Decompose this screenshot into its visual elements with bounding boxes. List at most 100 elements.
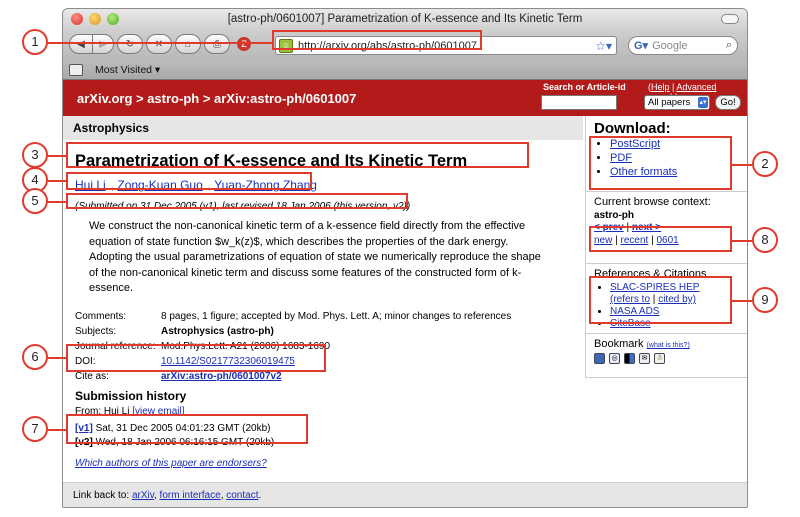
browser-toolbar: ◀ ▶ ↻ ✕ ⌂ ⎙ Z ☺ http://arxiv.org/abs/ast… [63, 30, 747, 60]
callout-leader [46, 42, 272, 44]
metadata-table: Comments: 8 pages, 1 figure; accepted by … [75, 309, 511, 384]
show-bookmarks-icon[interactable] [69, 63, 83, 76]
bibsonomy-icon[interactable]: ✉ [639, 353, 650, 364]
forward-button[interactable]: ▶ [92, 34, 114, 54]
citebase-link[interactable]: CiteBase [610, 318, 651, 329]
papers-select[interactable]: All papers ▴▾ [644, 95, 710, 110]
help-link[interactable]: Help [651, 82, 670, 92]
cited-by-link[interactable]: cited by) [658, 294, 696, 305]
citeulike-icon[interactable] [594, 353, 605, 364]
version-link[interactable]: [v1] [75, 423, 93, 434]
page-footer: Link back to: arXiv, form interface, con… [63, 482, 747, 507]
stop-button[interactable]: ✕ [146, 34, 172, 54]
refers-to-link[interactable]: (refers to [610, 294, 650, 305]
separator: | [626, 222, 630, 233]
comments-value: 8 pages, 1 figure; accepted by Mod. Phys… [161, 311, 512, 322]
papers-select-value: All papers [648, 97, 691, 108]
go-button[interactable]: Go! [715, 95, 741, 110]
journal-value: Mod.Phys.Lett. A21 (2006) 1683-1690 [161, 341, 331, 352]
callout-marker: 7 [22, 416, 48, 442]
browse-category: astro-ph [594, 210, 634, 221]
other-formats-link[interactable]: Other formats [610, 166, 677, 178]
home-button[interactable]: ⌂ [175, 34, 201, 54]
close-window-button[interactable] [71, 13, 83, 25]
prev-link[interactable]: < prev [594, 222, 624, 233]
postscript-link[interactable]: PostScript [610, 138, 660, 150]
browse-block: Current browse context: astro-ph < prev … [586, 192, 747, 264]
recent-link[interactable]: recent [621, 235, 649, 246]
comments-key: Comments: [75, 311, 127, 322]
callout-marker: 3 [22, 142, 48, 168]
contact-link[interactable]: contact [226, 490, 258, 501]
toolbar-toggle-button[interactable] [721, 14, 739, 24]
minimize-window-button[interactable] [89, 13, 101, 25]
endorsers-link[interactable]: Which authors of this paper are endorser… [75, 458, 267, 469]
cite-link[interactable]: arXiv:astro-ph/0601007v2 [161, 371, 282, 382]
callout-marker: 8 [752, 227, 778, 253]
history-from: From: Hui Li [view email] [75, 406, 184, 417]
author-link[interactable]: Hui Li [75, 178, 106, 192]
author-list: Hui Li, Zong-Kuan Guo, Yuan-Zhong Zhang [75, 178, 317, 192]
submission-dateline: (Submitted on 31 Dec 2005 (v1), last rev… [75, 201, 411, 212]
download-block: Download: PostScript PDF Other formats [586, 116, 747, 192]
journal-key: Journal reference: [75, 341, 156, 352]
browser-window: [astro-ph/0601007] Parametrization of K-… [62, 8, 748, 508]
callout-leader [46, 201, 66, 203]
callout-leader [732, 164, 752, 166]
back-button[interactable]: ◀ [69, 34, 93, 54]
bookmark-star-icon[interactable]: ☆▾ [595, 39, 612, 53]
version-list: [v1] Sat, 31 Dec 2005 04:01:23 GMT (20kb… [75, 422, 274, 450]
refs-heading: References & Citations [594, 268, 707, 280]
most-visited-menu[interactable]: Most Visited ▾ [95, 64, 160, 76]
callout-leader [46, 357, 66, 359]
address-bar[interactable]: ☺ http://arxiv.org/abs/astro-ph/0601007 … [275, 36, 617, 55]
window-controls [71, 13, 119, 25]
address-url[interactable]: http://arxiv.org/abs/astro-ph/0601007 [298, 40, 595, 52]
bookmark-heading: Bookmark [594, 338, 644, 350]
browse-nav: < prev | next > new | recent | 0601 [594, 221, 740, 247]
callout-leader [46, 429, 66, 431]
arxiv-link[interactable]: arXiv [132, 490, 154, 501]
author-link[interactable]: Zong-Kuan Guo [117, 178, 202, 192]
separator: | [652, 294, 656, 305]
web-search-box[interactable]: G▾ Google ⌕ [628, 36, 738, 55]
version-date: Sat, 31 Dec 2005 04:01:23 GMT (20kb) [95, 423, 271, 434]
nasa-ads-link[interactable]: NASA ADS [610, 306, 659, 317]
breadcrumb[interactable]: arXiv.org > astro-ph > arXiv:astro-ph/06… [77, 91, 356, 106]
callout-marker: 1 [22, 29, 48, 55]
pdf-link[interactable]: PDF [610, 152, 632, 164]
callout-marker: 5 [22, 188, 48, 214]
print-button[interactable]: ⎙ [204, 34, 230, 54]
connotea-icon[interactable]: ◎ [609, 353, 620, 364]
digg-icon[interactable]: ☃ [654, 353, 665, 364]
version-row: [v2] Wed, 18 Jan 2006 06:16:15 GMT (20kb… [75, 436, 274, 450]
what-is-this-link[interactable]: (what is this?) [647, 342, 690, 349]
history-heading: Submission history [75, 389, 187, 403]
callout-marker: 6 [22, 344, 48, 370]
delicious-icon[interactable] [624, 353, 635, 364]
doi-link[interactable]: 10.1142/S0217732306019475 [161, 356, 295, 367]
bookmark-block: Bookmark (what is this?) ◎ ✉ ☃ [586, 334, 747, 368]
version-current: [v2] [75, 437, 93, 448]
slac-link[interactable]: SLAC-SPIRES HEP [610, 282, 699, 293]
new-link[interactable]: new [594, 235, 612, 246]
view-email-link[interactable]: [view email] [132, 406, 184, 417]
search-icon[interactable]: ⌕ [726, 39, 732, 52]
cite-key: Cite as: [75, 371, 109, 382]
version-row: [v1] Sat, 31 Dec 2005 04:01:23 GMT (20kb… [75, 422, 274, 436]
google-icon[interactable]: G▾ [634, 39, 648, 52]
sidebar: Download: PostScript PDF Other formats C… [585, 116, 747, 378]
footer-prefix: Link back to: [73, 490, 130, 501]
search-label: Search or Article-id [543, 82, 626, 92]
month-link[interactable]: 0601 [657, 235, 679, 246]
reload-button[interactable]: ↻ [117, 34, 143, 54]
zoom-window-button[interactable] [107, 13, 119, 25]
author-link[interactable]: Yuan-Zhong Zhang [214, 178, 317, 192]
next-link[interactable]: next > [632, 222, 661, 233]
article-search-input[interactable] [541, 95, 617, 110]
paper-title: Parametrization of K-essence and Its Kin… [75, 152, 468, 170]
form-interface-link[interactable]: form interface [160, 490, 221, 501]
zotero-icon[interactable]: Z [237, 37, 251, 51]
select-arrow-icon: ▴▾ [698, 97, 708, 108]
callout-marker: 9 [752, 287, 778, 313]
